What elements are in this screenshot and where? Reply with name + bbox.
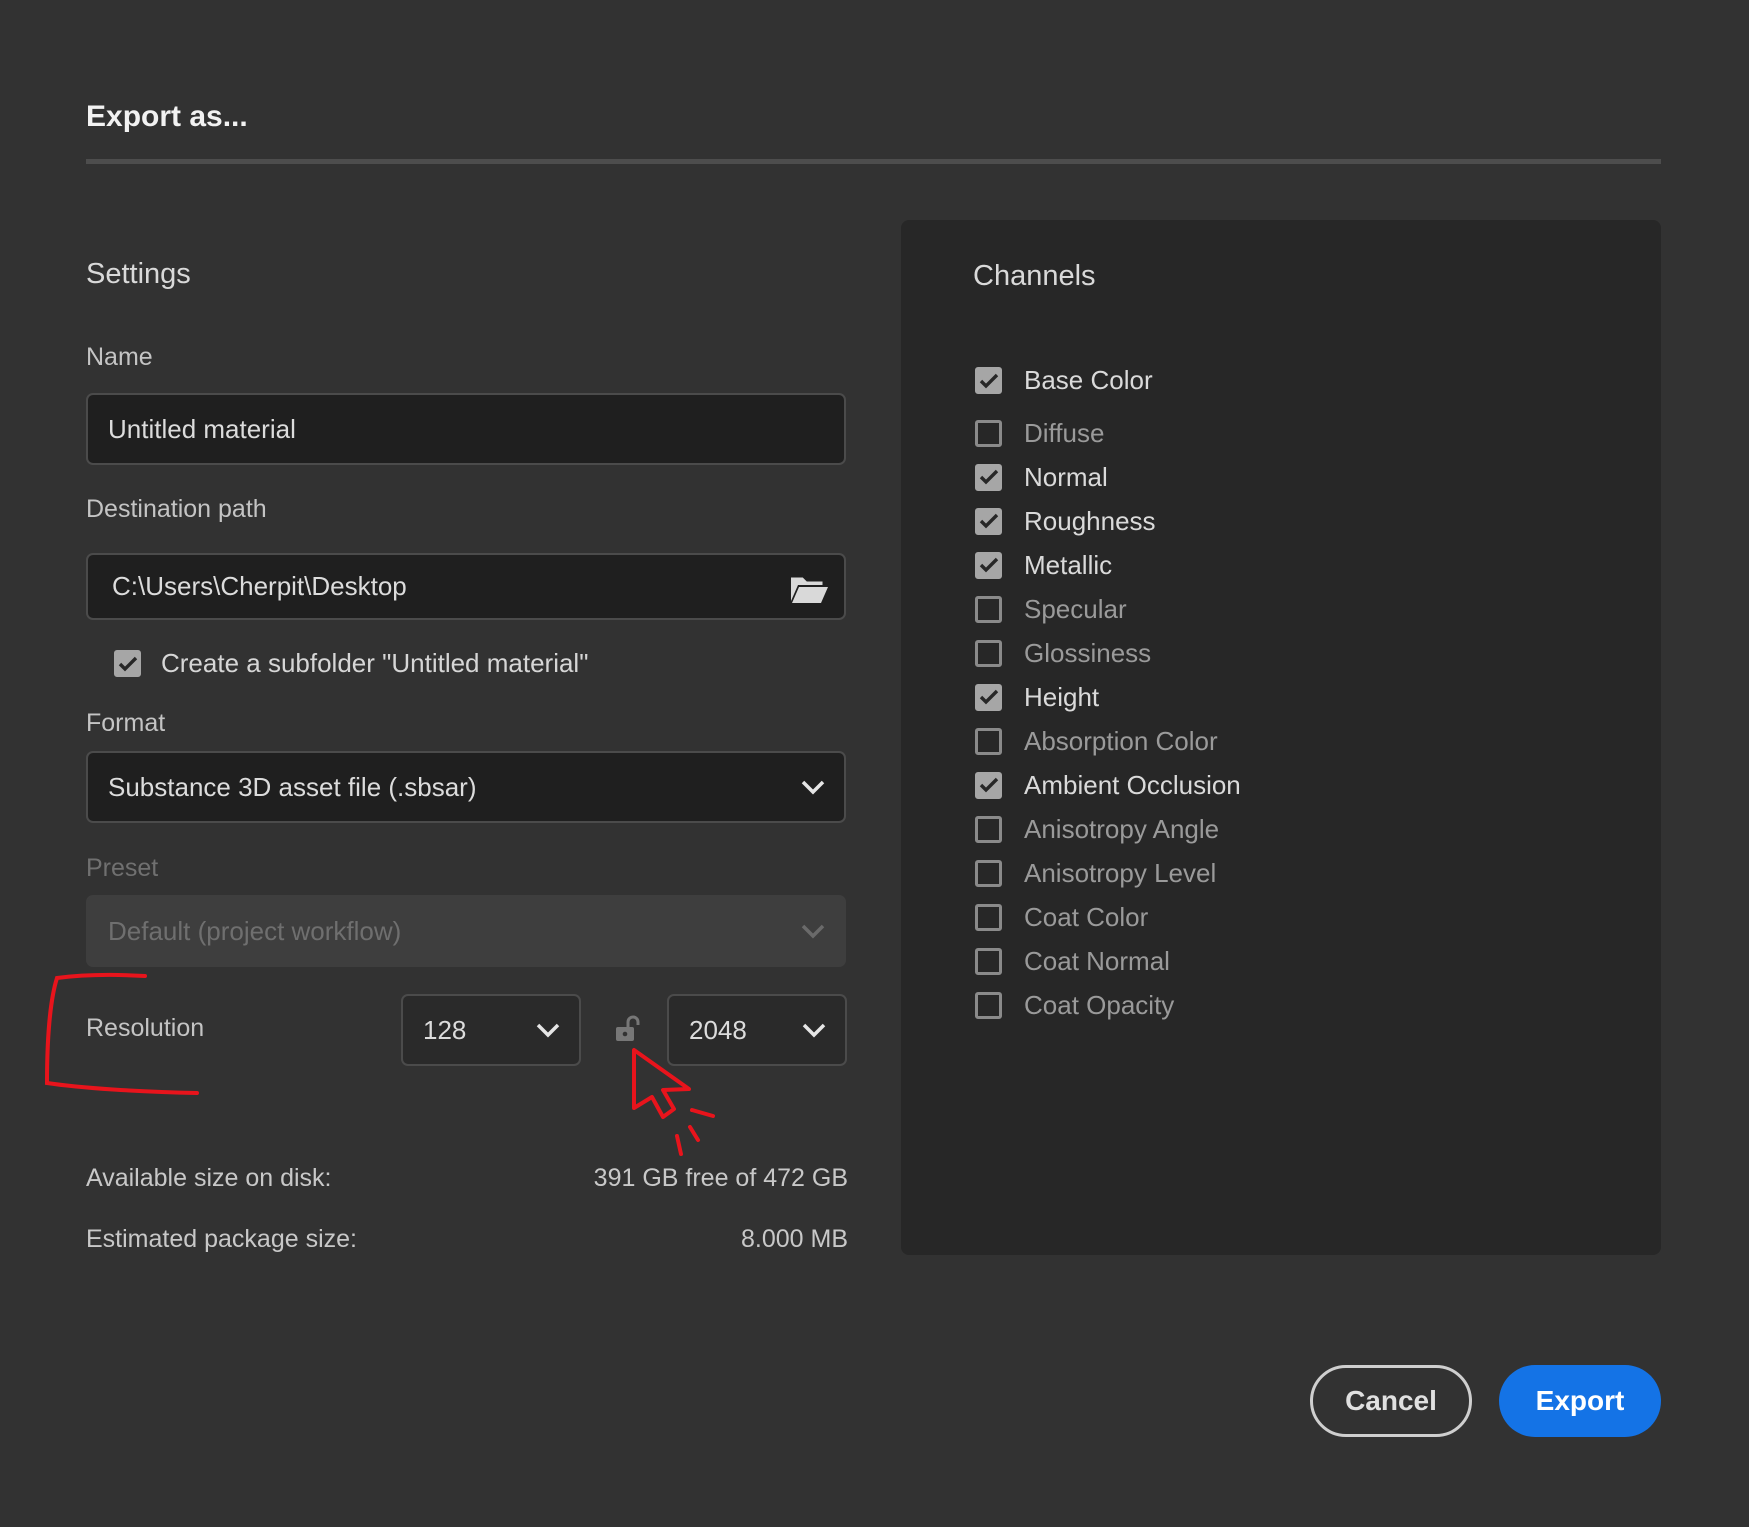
- channel-label: Diffuse: [1024, 417, 1105, 448]
- channel-checkbox[interactable]: [975, 771, 1002, 799]
- channel-checkbox[interactable]: [975, 903, 1002, 931]
- annotation-click-mark: [688, 1125, 700, 1142]
- checkmark-icon: [979, 689, 998, 705]
- channel-checkbox[interactable]: [975, 463, 1002, 491]
- title-divider: [86, 159, 1661, 164]
- checkmark-icon: [979, 557, 998, 573]
- package-size-row: Estimated package size: 8.000 MB: [86, 1225, 848, 1254]
- checkmark-icon: [979, 469, 998, 485]
- destination-label: Destination path: [86, 495, 267, 523]
- resolution-label: Resolution: [86, 1014, 205, 1042]
- destination-field[interactable]: C:\Users\Cherpit\Desktop: [86, 553, 846, 620]
- disk-space-row: Available size on disk: 391 GB free of 4…: [86, 1164, 848, 1193]
- export-button[interactable]: Export: [1499, 1365, 1661, 1437]
- channel-label: Roughness: [1024, 505, 1156, 536]
- channel-label: Glossiness: [1024, 637, 1152, 668]
- resolution-height-dropdown[interactable]: 2048: [667, 994, 847, 1066]
- channel-label: Specular: [1024, 593, 1127, 624]
- channel-label: Absorption Color: [1024, 725, 1218, 756]
- channel-list: Base Color Diffuse Normal Roughness Metallic…: [975, 350, 1241, 1027]
- name-label: Name: [86, 343, 153, 371]
- chevron-down-icon: [800, 778, 826, 796]
- channel-checkbox[interactable]: [975, 947, 1002, 975]
- channel-checkbox[interactable]: [975, 815, 1002, 843]
- subfolder-row[interactable]: Create a subfolder "Untitled material": [114, 648, 588, 679]
- channel-label: Coat Color: [1024, 901, 1149, 932]
- channel-checkbox[interactable]: [975, 551, 1002, 579]
- channel-label: Coat Normal: [1024, 945, 1170, 976]
- format-dropdown[interactable]: Substance 3D asset file (.sbsar): [86, 751, 846, 823]
- channel-checkbox[interactable]: [975, 859, 1002, 887]
- dialog-title: Export as...: [86, 100, 248, 133]
- channel-label: Ambient Occlusion: [1024, 769, 1241, 800]
- channel-label: Base Color: [1024, 365, 1153, 395]
- disk-space-label: Available size on disk:: [86, 1164, 332, 1192]
- checkmark-icon: [979, 513, 998, 529]
- channels-panel: Channels Base Color Diffuse Normal Roughnes…: [901, 220, 1661, 1255]
- channel-checkbox[interactable]: [975, 991, 1002, 1019]
- cancel-button[interactable]: Cancel: [1310, 1365, 1472, 1437]
- channel-checkbox[interactable]: [975, 367, 1002, 394]
- folder-open-icon: [791, 576, 828, 603]
- preset-value: Default (project workflow): [108, 915, 402, 946]
- name-field[interactable]: [86, 393, 846, 465]
- chevron-down-icon: [535, 1021, 561, 1039]
- channel-checkbox[interactable]: [975, 727, 1002, 755]
- resolution-height-value: 2048: [689, 1014, 747, 1045]
- annotation-click-mark: [675, 1134, 683, 1156]
- checkmark-icon: [118, 656, 137, 671]
- package-size-label: Estimated package size:: [86, 1225, 357, 1253]
- package-size-value: 8.000 MB: [740, 1225, 848, 1253]
- channel-label: Coat Opacity: [1024, 989, 1175, 1020]
- channel-label: Metallic: [1024, 549, 1113, 580]
- channel-checkbox[interactable]: [975, 639, 1002, 667]
- resolution-width-dropdown[interactable]: 128: [401, 994, 581, 1066]
- format-label: Format: [86, 709, 166, 737]
- chevron-down-icon: [801, 1021, 827, 1039]
- settings-heading: Settings: [86, 258, 191, 290]
- destination-path-value[interactable]: C:\Users\Cherpit\Desktop: [112, 571, 407, 602]
- checkmark-icon: [979, 373, 998, 388]
- browse-folder-button[interactable]: [786, 567, 832, 611]
- aspect-lock-button[interactable]: [614, 1015, 642, 1048]
- channels-heading: Channels: [973, 260, 1096, 292]
- channel-checkbox[interactable]: [975, 595, 1002, 623]
- subfolder-label: Create a subfolder "Untitled material": [161, 648, 589, 678]
- channel-checkbox[interactable]: [975, 507, 1002, 535]
- format-value: Substance 3D asset file (.sbsar): [108, 771, 477, 802]
- channel-checkbox[interactable]: [975, 419, 1002, 447]
- chevron-down-icon: [800, 922, 826, 940]
- preset-label: Preset: [86, 854, 159, 882]
- channel-label: Normal: [1024, 461, 1108, 492]
- resolution-width-value: 128: [423, 1014, 467, 1045]
- channel-label: Anisotropy Angle: [1024, 813, 1220, 844]
- name-input[interactable]: [108, 413, 844, 445]
- channel-label: Height: [1024, 681, 1100, 712]
- subfolder-checkbox[interactable]: [114, 650, 141, 677]
- channel-label: Anisotropy Level: [1024, 857, 1217, 888]
- disk-space-value: 391 GB free of 472 GB: [593, 1164, 848, 1192]
- annotation-click-mark: [690, 1108, 715, 1118]
- channel-checkbox[interactable]: [975, 683, 1002, 711]
- preset-dropdown: Default (project workflow): [86, 895, 846, 967]
- unlock-icon: [616, 1015, 640, 1041]
- checkmark-icon: [979, 777, 998, 793]
